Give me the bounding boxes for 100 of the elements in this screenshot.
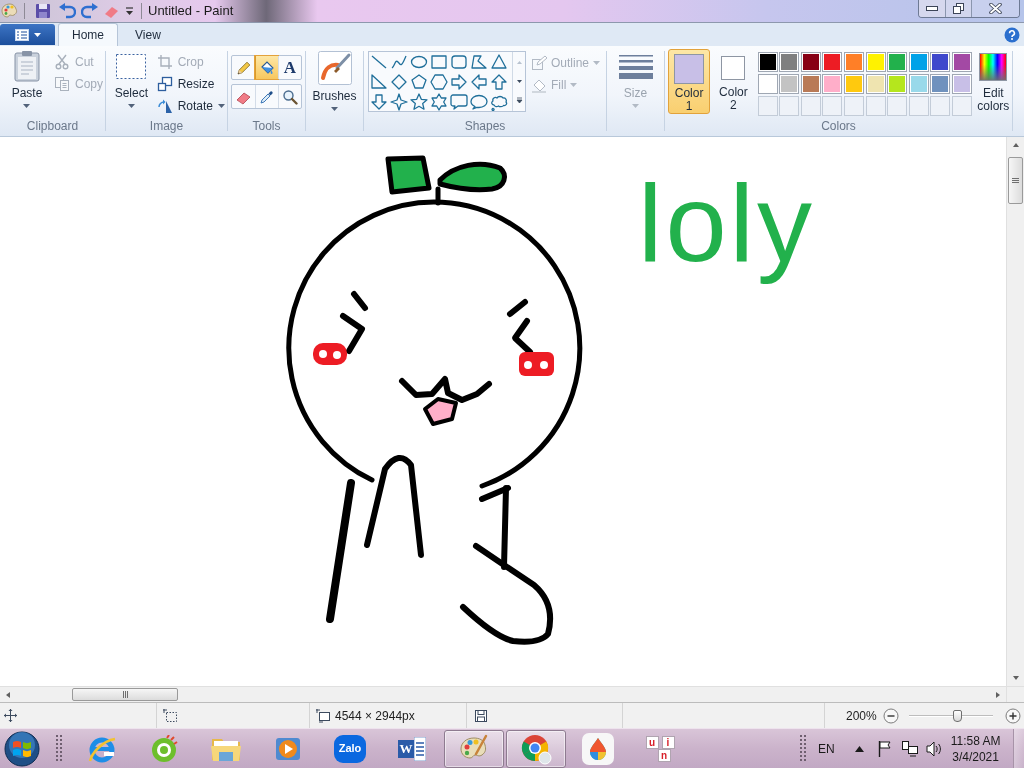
rotate-button[interactable]: Rotate <box>154 95 227 117</box>
palette-color[interactable] <box>887 74 908 94</box>
network-icon[interactable] <box>901 740 918 757</box>
caret-icon <box>331 107 338 111</box>
palette-color[interactable] <box>822 52 843 72</box>
cloud-callout-shape-icon[interactable] <box>490 93 508 111</box>
resize-icon <box>156 76 173 92</box>
oval-shape-icon[interactable] <box>410 53 428 71</box>
start-button[interactable] <box>3 729 41 768</box>
gripper-icon <box>56 734 62 763</box>
palette-color[interactable] <box>887 52 908 72</box>
palette-color[interactable] <box>843 74 864 94</box>
ribbon-tab[interactable]: Home <box>58 23 118 46</box>
show-desktop-button[interactable] <box>1013 728 1024 768</box>
flag-icon[interactable] <box>877 740 892 757</box>
zoom-slider[interactable] <box>908 707 993 724</box>
palette-icon[interactable] <box>1 2 19 20</box>
color-slot-button[interactable]: Color 1 <box>668 49 711 114</box>
caret-icon <box>33 32 41 37</box>
palette-color[interactable] <box>800 74 821 94</box>
select-button[interactable]: Select <box>111 50 152 119</box>
up-arrow-shape-icon[interactable] <box>490 73 508 91</box>
clock-date[interactable]: 3/4/2021 <box>952 748 999 765</box>
fill-tool-button[interactable] <box>255 56 278 79</box>
four-point-star-shape-icon[interactable] <box>390 93 408 111</box>
five-point-star-shape-icon[interactable] <box>410 93 428 111</box>
caret-icon <box>127 104 135 108</box>
caret-icon <box>218 104 225 108</box>
chat-app-button[interactable]: Zalo <box>320 729 380 768</box>
polygon-shape-icon[interactable] <box>470 53 488 71</box>
palette-color[interactable] <box>930 52 951 72</box>
up-arrow-icon[interactable] <box>854 745 864 752</box>
palette-color[interactable] <box>952 52 973 72</box>
copy-icon <box>54 76 70 92</box>
canvas-dimensions: 4544 × 2944px <box>335 707 415 725</box>
redo-icon[interactable] <box>81 3 99 19</box>
language-indicator[interactable]: EN <box>818 739 835 758</box>
rectangle-shape-icon[interactable] <box>430 53 448 71</box>
down-arrow-shape-icon[interactable] <box>370 93 388 111</box>
rounded-callout-shape-icon[interactable] <box>450 93 468 111</box>
color-slot-button[interactable]: Color 2 <box>712 49 755 114</box>
keyboard-app-button[interactable]: u i n <box>630 729 690 768</box>
palette-color[interactable] <box>843 52 864 72</box>
line-widths-icon <box>618 54 653 80</box>
palette-color[interactable] <box>865 52 886 72</box>
resize-button[interactable]: Resize <box>154 73 227 95</box>
six-point-star-shape-icon[interactable] <box>430 93 448 111</box>
pentagon-shape-icon[interactable] <box>410 73 428 91</box>
help-icon[interactable] <box>1004 26 1020 43</box>
left-arrow-shape-icon[interactable] <box>470 73 488 91</box>
palette-color[interactable] <box>908 52 929 72</box>
edit-colors-button[interactable]: Edit colors <box>974 49 1012 119</box>
ring-logo-icon <box>150 734 178 763</box>
palette-color[interactable] <box>779 74 800 94</box>
right-arrow-shape-icon[interactable] <box>450 73 468 91</box>
triangle-shape-icon[interactable] <box>490 53 508 71</box>
horizontal-scrollbar[interactable] <box>0 686 1006 702</box>
windows-orb-icon <box>4 730 40 767</box>
oval-callout-shape-icon[interactable] <box>470 93 488 111</box>
scrollbar-thumb[interactable] <box>72 688 178 701</box>
clipboard-icon <box>13 50 41 82</box>
palette-color[interactable] <box>757 74 778 94</box>
paint-app-button[interactable] <box>444 729 504 768</box>
palette-color[interactable] <box>952 74 973 94</box>
clock-time[interactable]: 11:58 AM <box>950 732 1001 749</box>
right-triangle-shape-icon[interactable] <box>370 73 388 91</box>
palette-color[interactable] <box>865 74 886 94</box>
brushes-button[interactable]: Brushes <box>312 51 357 119</box>
browser-button[interactable] <box>506 729 566 768</box>
line-shape-icon[interactable] <box>370 53 388 71</box>
hexagon-shape-icon[interactable] <box>430 73 448 91</box>
palette-color[interactable] <box>822 74 843 94</box>
document-icon <box>14 28 29 41</box>
close-button[interactable] <box>972 0 1019 17</box>
zoom-out-icon[interactable] <box>882 707 899 724</box>
vertical-scrollbar[interactable] <box>1006 137 1024 686</box>
palette-color[interactable] <box>779 52 800 72</box>
magnifier-tool-button[interactable] <box>278 85 301 108</box>
palette-color[interactable] <box>908 74 929 94</box>
curve-shape-icon[interactable] <box>390 53 408 71</box>
word-processor-button[interactable]: W <box>382 729 442 768</box>
zoom-in-icon[interactable] <box>1005 707 1021 724</box>
palette-color[interactable] <box>757 52 778 72</box>
customize-caret-icon[interactable] <box>125 6 134 16</box>
caret-icon <box>593 61 601 65</box>
undo-icon[interactable] <box>58 3 76 19</box>
palette-color[interactable] <box>800 52 821 72</box>
app-menu-button[interactable] <box>0 24 55 45</box>
rounded-rectangle-shape-icon[interactable] <box>450 53 468 71</box>
save-icon[interactable] <box>35 3 51 19</box>
paste-button[interactable]: Paste <box>7 50 47 119</box>
restore-icon <box>953 3 964 14</box>
scrollbar-thumb[interactable] <box>1008 157 1023 204</box>
zoom-slider-thumb[interactable] <box>952 709 962 722</box>
speaker-icon[interactable] <box>925 740 942 757</box>
diamond-shape-icon[interactable] <box>390 73 408 91</box>
palette-color[interactable] <box>930 74 951 94</box>
minimize-button[interactable] <box>919 0 946 17</box>
restore-button[interactable] <box>946 0 972 17</box>
ribbon-tab[interactable]: View <box>121 23 175 46</box>
